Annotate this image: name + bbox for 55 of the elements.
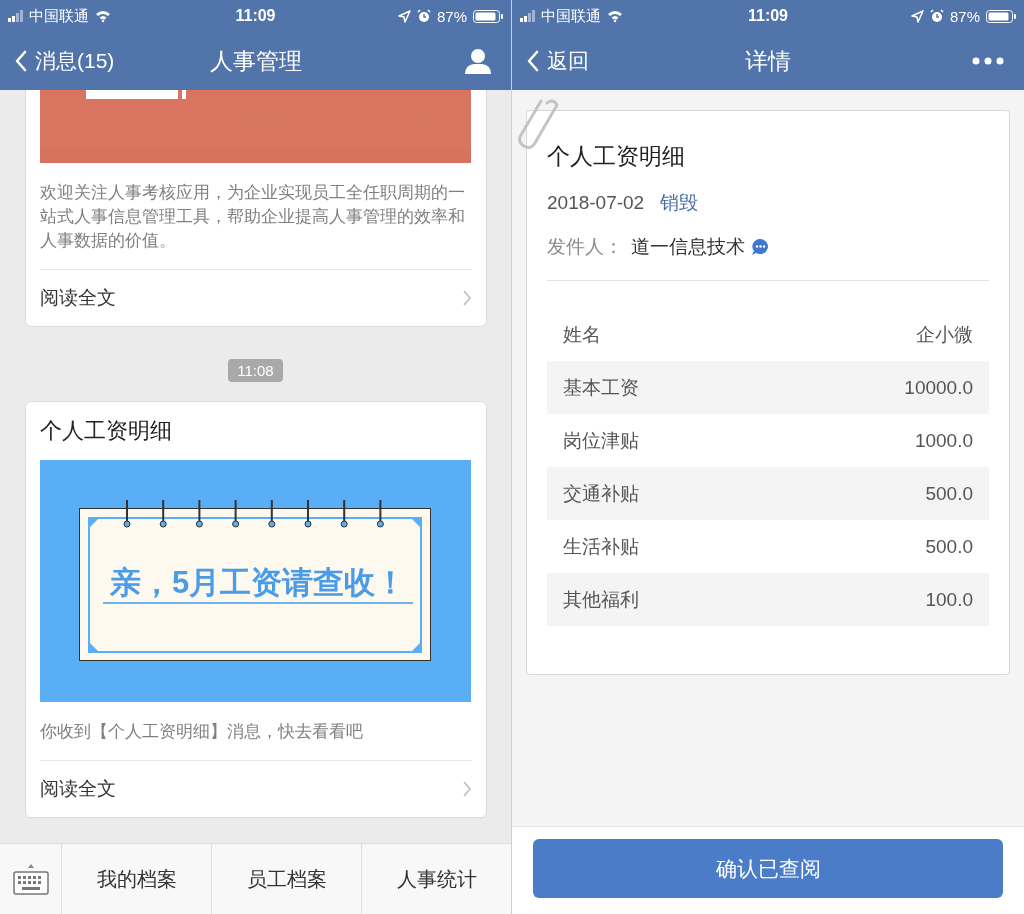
screen-title: 人事管理	[209, 46, 302, 76]
battery-icon	[986, 9, 1016, 23]
sender-label: 发件人：	[547, 235, 623, 259]
sender-name: 道一信息技术	[631, 235, 745, 259]
table-cell-text: 其他福利	[563, 587, 639, 612]
clock-time: 11:09	[235, 7, 276, 25]
battery-percent: 87%	[949, 7, 980, 25]
location-icon	[910, 9, 924, 23]
read-more-link[interactable]: 阅读全文	[39, 270, 472, 326]
banner-headline: 亲，5月工资请查收！	[103, 564, 413, 604]
card-description: 你收到【个人工资明细】消息，快去看看吧	[39, 702, 472, 761]
battery-icon	[473, 9, 503, 23]
table-cell-text: 交通补贴	[563, 481, 639, 506]
back-button[interactable]: 消息(15)	[14, 47, 115, 75]
timestamp: 11:08	[228, 359, 283, 382]
table-cell-text: 姓名	[563, 322, 601, 347]
back-chevron-icon	[526, 50, 539, 72]
keyboard-icon	[12, 863, 49, 895]
table-cell: 10000.0	[904, 376, 973, 399]
wifi-icon	[607, 9, 623, 23]
detail-title: 个人工资明细	[547, 142, 686, 171]
alarm-icon	[416, 9, 431, 23]
read-more-text: 阅读全文	[39, 286, 116, 310]
confirm-button[interactable]: 确认已查阅	[533, 839, 1003, 898]
table-cell-text: 企小微	[916, 322, 973, 347]
signal-icon	[520, 10, 535, 22]
table-cell: 500.0	[925, 482, 973, 505]
carrier-name: 中国联通	[29, 6, 89, 26]
screen-title: 详情	[745, 46, 791, 76]
carrier-name: 中国联通	[541, 6, 601, 26]
back-button[interactable]: 返回	[526, 47, 589, 75]
read-more-text: 阅读全文	[39, 777, 116, 801]
person-icon[interactable]	[465, 48, 491, 74]
alarm-icon	[929, 9, 944, 23]
signal-icon	[8, 10, 23, 22]
table-cell: 1000.0	[914, 429, 973, 452]
location-icon	[397, 9, 411, 23]
read-more-link[interactable]: 阅读全文	[39, 761, 472, 817]
card-description: 欢迎关注人事考核应用，为企业实现员工全任职周期的一站式人事信息管理工具，帮助企业提高人事管理的效率和人事数据的价值。	[39, 163, 472, 270]
table-cell: 500.0	[925, 535, 973, 558]
date-text: 2018-07-02	[547, 192, 645, 214]
chat-bubble-icon[interactable]	[751, 238, 769, 256]
chevron-right-icon	[461, 780, 472, 798]
wifi-icon	[95, 9, 111, 23]
destroy-link[interactable]: 销毁	[660, 190, 699, 216]
table-cell-text: 基本工资	[563, 375, 639, 400]
battery-percent: 87%	[436, 7, 467, 25]
clock-time: 11:09	[748, 7, 788, 25]
card-title: 个人工资明细	[39, 417, 173, 445]
table-cell: 100.0	[925, 588, 973, 611]
table-cell-text: 岗位津贴	[563, 428, 639, 453]
chevron-right-icon	[461, 289, 472, 307]
back-chevron-icon	[14, 50, 27, 72]
table-cell-text: 生活补贴	[563, 534, 639, 559]
more-icon[interactable]	[972, 57, 1004, 65]
